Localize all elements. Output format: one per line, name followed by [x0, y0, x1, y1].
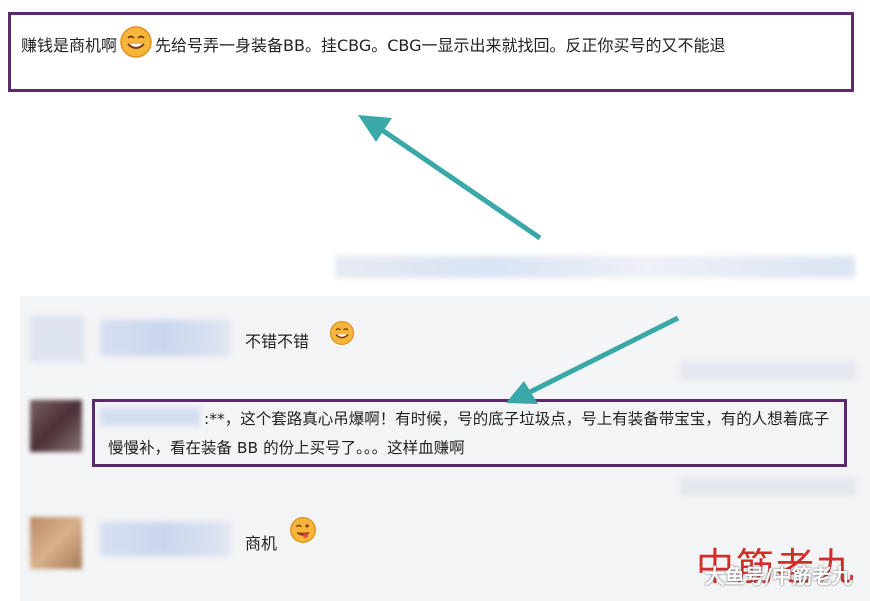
arrow-to-top-post	[358, 115, 542, 241]
watermark-sub: 大鱼号/中筋老九	[704, 564, 852, 588]
arrow-to-reply	[506, 315, 680, 404]
arrows-overlay	[358, 115, 680, 404]
